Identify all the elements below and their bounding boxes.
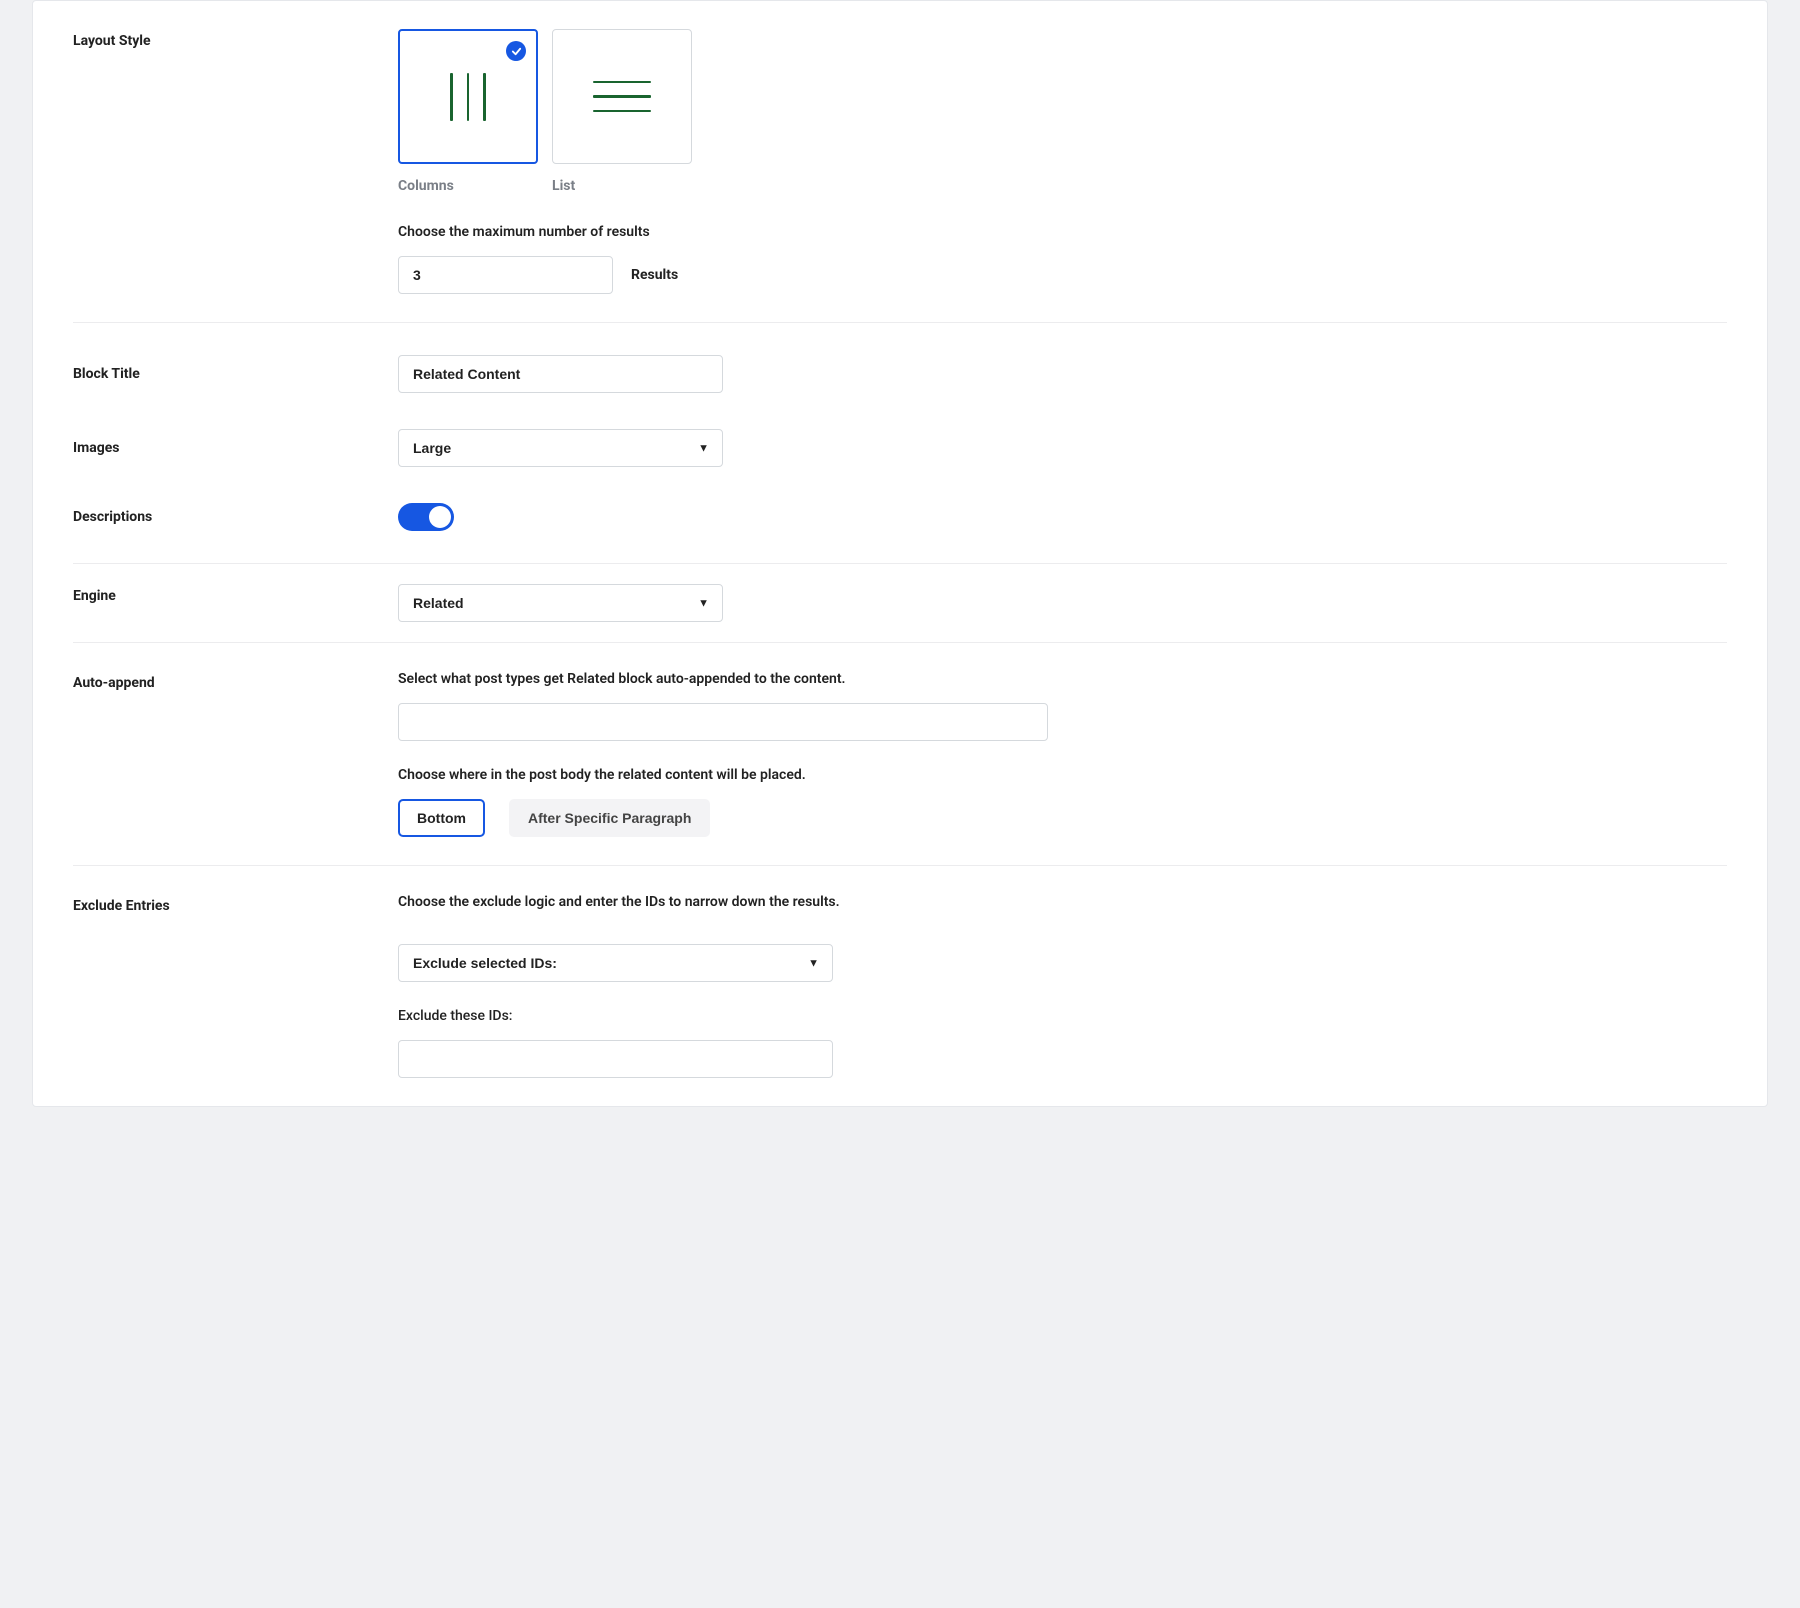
auto-append-help1: Select what post types get Related block… [398,671,1727,687]
section-block-settings: Block Title Images Large ▼ Descriptions [73,323,1727,564]
images-select[interactable]: Large [398,429,723,467]
exclude-help: Choose the exclude logic and enter the I… [398,894,1727,910]
section-exclude-entries: Exclude Entries Choose the exclude logic… [73,866,1727,1106]
label-engine: Engine [73,588,398,604]
label-auto-append: Auto-append [73,675,398,691]
check-icon [506,41,526,61]
exclude-logic-select[interactable]: Exclude selected IDs: [398,944,833,982]
section-auto-append: Auto-append Select what post types get R… [73,643,1727,866]
layout-card-list[interactable]: List [552,29,692,194]
block-title-input[interactable] [398,355,723,393]
descriptions-toggle[interactable] [398,503,454,531]
layout-card-columns[interactable]: Columns [398,29,538,194]
tab-bottom[interactable]: Bottom [398,799,485,837]
tab-after-paragraph[interactable]: After Specific Paragraph [509,799,710,837]
layout-card-label: List [552,178,692,194]
label-block-title: Block Title [73,366,398,382]
label-exclude-entries: Exclude Entries [73,898,398,914]
section-layout-style: Layout Style Columns [73,1,1727,323]
auto-append-help2: Choose where in the post body the relate… [398,767,1727,783]
label-descriptions: Descriptions [73,509,398,525]
exclude-ids-input[interactable] [398,1040,833,1078]
results-help: Choose the maximum number of results [398,224,1727,240]
columns-icon [450,73,486,121]
list-icon [593,81,651,113]
layout-style-cards: Columns List [398,29,1727,194]
results-suffix: Results [631,267,678,283]
auto-append-posttypes-input[interactable] [398,703,1048,741]
section-engine: Engine Related ▼ [73,564,1727,643]
engine-select[interactable]: Related [398,584,723,622]
label-layout-style: Layout Style [73,33,398,49]
label-images: Images [73,440,398,456]
exclude-ids-label: Exclude these IDs: [398,1008,1727,1024]
results-input[interactable] [398,256,613,294]
layout-card-label: Columns [398,178,538,194]
placement-tabs: Bottom After Specific Paragraph [398,799,1727,837]
